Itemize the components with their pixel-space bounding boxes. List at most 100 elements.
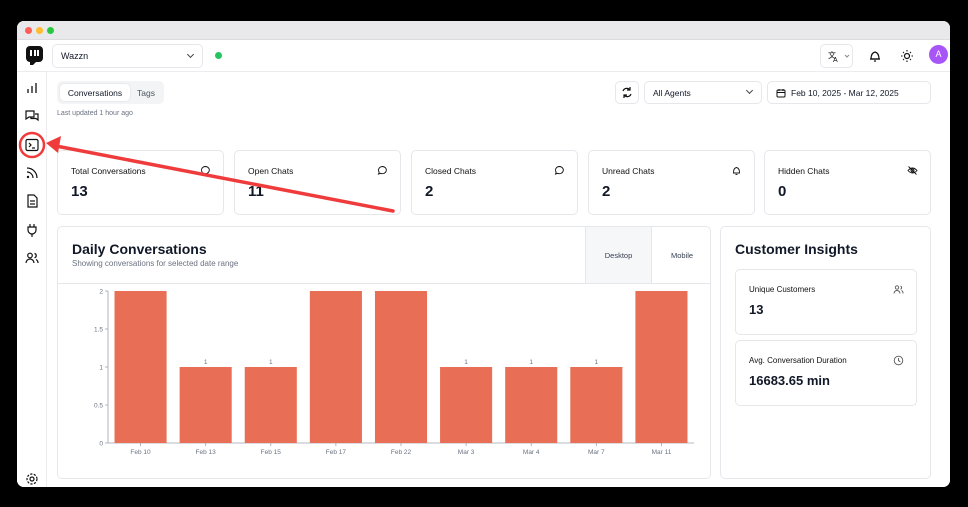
theme-toggle-button[interactable]	[897, 44, 917, 68]
chat-bubbles-icon[interactable]	[24, 108, 40, 124]
customer-insights-card: Customer Insights Unique Customers 13 Av…	[720, 226, 931, 479]
bar	[114, 291, 167, 443]
stat-label: Unread Chats	[602, 166, 655, 176]
bar	[309, 291, 362, 443]
x-tick-label: Feb 15	[261, 449, 282, 456]
app-logo-icon[interactable]	[26, 46, 43, 65]
data-label: 1	[204, 359, 208, 366]
tab-tags[interactable]: Tags	[132, 84, 160, 101]
stat-value: 13	[71, 183, 88, 200]
bell-icon	[733, 167, 740, 175]
svg-text:A: A	[833, 57, 838, 64]
data-label: 1	[269, 359, 273, 366]
maximize-window-button[interactable]	[47, 27, 54, 34]
last-updated-text: Last updated 1 hour ago	[57, 110, 133, 117]
chat-bubble-icon	[554, 166, 564, 175]
x-tick-label: Mar 4	[523, 449, 540, 456]
settings-gear-icon[interactable]	[24, 471, 40, 487]
x-tick-label: Feb 10	[130, 449, 151, 456]
rss-feed-icon[interactable]	[24, 165, 40, 181]
plug-icon[interactable]	[24, 222, 40, 238]
insights-title: Customer Insights	[735, 241, 858, 257]
sidebar	[17, 72, 47, 487]
main-content: Conversations Tags Last updated 1 hour a…	[48, 72, 950, 487]
x-tick-label: Mar 11	[652, 449, 672, 456]
stat-label: Open Chats	[248, 166, 294, 176]
bar	[374, 291, 428, 443]
stat-label: Hidden Chats	[778, 166, 830, 176]
stat-label: Total Conversations	[71, 166, 146, 176]
x-tick-label: Feb 17	[326, 449, 347, 456]
x-tick-label: Feb 22	[391, 449, 412, 456]
stat-card-hidden-chats: Hidden Chats 0	[764, 150, 931, 215]
bar	[570, 367, 623, 443]
stat-value: 2	[425, 183, 434, 200]
stat-card-closed-chats: Closed Chats 2	[411, 150, 578, 215]
bar	[505, 367, 558, 443]
bar	[179, 367, 232, 443]
online-status-indicator	[215, 52, 222, 59]
insight-value: 16683.65 min	[749, 373, 830, 388]
chevron-down-icon	[186, 50, 195, 59]
close-window-button[interactable]	[25, 27, 32, 34]
toggle-mobile[interactable]: Mobile	[651, 227, 710, 283]
refresh-icon	[622, 87, 632, 98]
notifications-button[interactable]	[865, 44, 885, 68]
x-tick-label: Mar 7	[588, 449, 605, 456]
window-titlebar	[17, 21, 950, 40]
users-icon[interactable]	[24, 250, 40, 266]
stat-card-unread-chats: Unread Chats 2	[588, 150, 755, 215]
y-tick-label: 1.5	[94, 327, 103, 334]
y-tick-label: 2	[99, 289, 103, 296]
chart-title: Daily Conversations	[72, 241, 207, 257]
daily-conversations-card: Daily Conversations Showing conversation…	[57, 226, 711, 479]
daily-conversations-chart: 0 0.5 1 1.5 2 Feb 10 1 Feb 13 1 Feb 15 Feb 17 Feb 2…	[94, 289, 694, 456]
chat-bubble-icon	[200, 166, 210, 175]
insight-label: Unique Customers	[749, 285, 816, 294]
chat-bubble-icon	[377, 166, 387, 175]
data-label: 1	[529, 359, 533, 366]
terminal-icon[interactable]	[24, 137, 40, 153]
translate-icon: 文 A	[828, 50, 850, 64]
stat-value: 0	[778, 183, 787, 200]
workspace-name: Wazzn	[61, 51, 89, 61]
y-tick-label: 1	[99, 365, 103, 372]
insight-label: Avg. Conversation Duration	[749, 356, 847, 365]
x-tick-label: Feb 13	[196, 449, 217, 456]
bar	[635, 291, 688, 443]
language-button[interactable]: 文 A	[820, 44, 853, 68]
agent-select-value: All Agents	[653, 88, 691, 98]
agent-select[interactable]: All Agents	[644, 81, 762, 104]
data-label: 1	[464, 359, 468, 366]
stat-card-total-conversations: Total Conversations 13	[57, 150, 224, 215]
refresh-button[interactable]	[615, 81, 639, 104]
chevron-down-icon	[745, 86, 754, 95]
stat-card-open-chats: Open Chats 11	[234, 150, 401, 215]
insight-avg-duration: Avg. Conversation Duration 16683.65 min	[735, 340, 917, 406]
bar-chart-icon[interactable]	[24, 80, 40, 96]
insight-unique-customers: Unique Customers 13	[735, 269, 917, 335]
chart-subtitle: Showing conversations for selected date …	[72, 259, 239, 268]
y-tick-label: 0.5	[94, 403, 103, 410]
calendar-icon	[776, 89, 786, 98]
view-tabs: Conversations Tags	[57, 81, 164, 104]
bar	[244, 367, 297, 443]
users-icon	[893, 285, 904, 294]
stat-value: 11	[248, 183, 264, 200]
app-window: Wazzn 文 A A Conversations Tags Last upda…	[17, 21, 950, 487]
tab-conversations[interactable]: Conversations	[60, 84, 130, 101]
sun-icon	[901, 50, 913, 62]
date-range-picker[interactable]: Feb 10, 2025 - Mar 12, 2025	[767, 81, 931, 104]
clock-icon	[893, 355, 904, 366]
document-icon[interactable]	[24, 193, 40, 209]
stat-value: 2	[602, 183, 611, 200]
bell-icon	[870, 51, 880, 62]
workspace-select[interactable]: Wazzn	[52, 44, 203, 68]
toggle-desktop[interactable]: Desktop	[585, 227, 651, 283]
date-range-value: Feb 10, 2025 - Mar 12, 2025	[791, 88, 899, 98]
data-label: 1	[595, 359, 599, 366]
user-avatar[interactable]: A	[929, 45, 948, 64]
minimize-window-button[interactable]	[36, 27, 43, 34]
bar	[440, 367, 493, 443]
x-tick-label: Mar 3	[458, 449, 475, 456]
